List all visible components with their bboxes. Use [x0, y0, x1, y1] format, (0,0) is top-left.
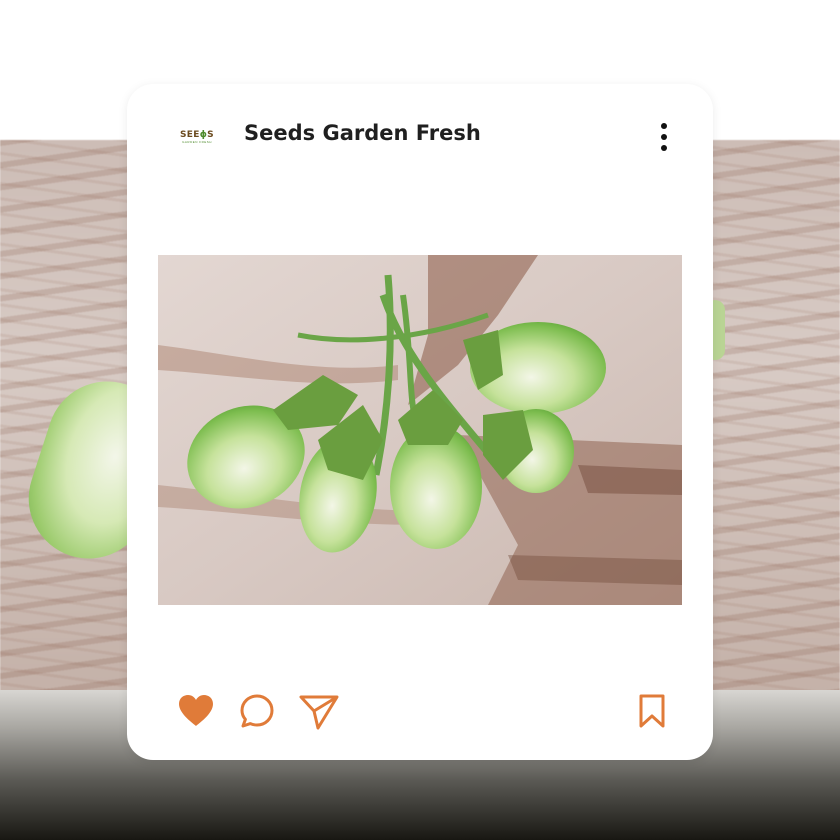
post-header: SEEϕS GARDEN FRESH Seeds Garden Fresh — [127, 84, 713, 194]
save-button[interactable] — [637, 693, 667, 734]
bookmark-icon — [639, 694, 665, 728]
like-button[interactable] — [177, 694, 215, 733]
logo-tagline: GARDEN FRESH — [182, 140, 212, 144]
post-image[interactable] — [158, 255, 682, 605]
share-button[interactable] — [298, 693, 340, 736]
green-eggplants-photo — [158, 255, 682, 605]
comment-bubble-icon — [240, 694, 274, 728]
more-vertical-icon-dot — [661, 123, 667, 129]
send-icon — [299, 695, 339, 730]
more-options-button[interactable] — [658, 123, 670, 151]
more-vertical-icon-dot — [661, 134, 667, 140]
account-name[interactable]: Seeds Garden Fresh — [244, 121, 481, 145]
more-vertical-icon-dot — [661, 145, 667, 151]
brand-logo[interactable]: SEEϕS GARDEN FRESH — [175, 126, 219, 148]
logo-wordmark: SEEϕS — [180, 130, 214, 140]
social-post-card: SEEϕS GARDEN FRESH Seeds Garden Fresh — [127, 84, 713, 760]
comment-button[interactable] — [239, 693, 275, 734]
heart-icon — [179, 695, 213, 726]
